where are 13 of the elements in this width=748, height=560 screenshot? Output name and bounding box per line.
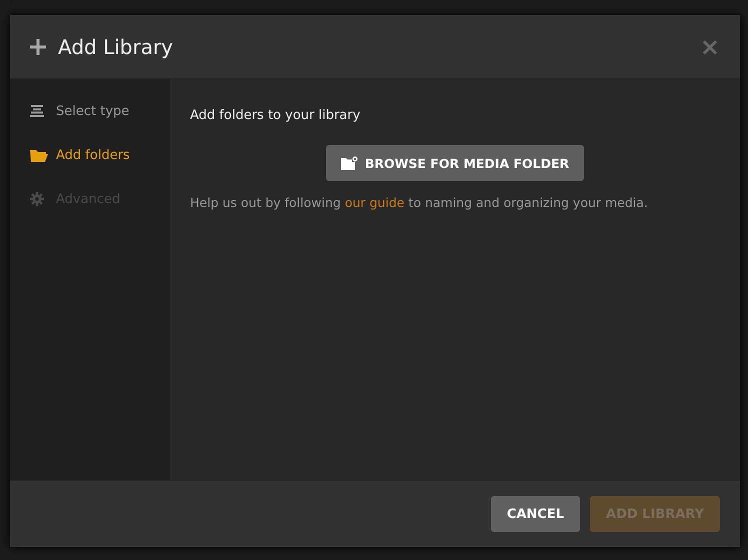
cancel-button[interactable]: CANCEL — [490, 496, 580, 532]
folder-icon — [30, 148, 48, 162]
section-heading: Add folders to your library — [190, 108, 360, 123]
list-icon — [30, 105, 44, 117]
guide-link[interactable]: our guide — [344, 195, 404, 210]
sidebar-item[interactable]: Select type — [30, 89, 170, 133]
dialog-title: Add Library — [58, 34, 174, 58]
plus-icon — [30, 38, 46, 54]
folder-plus-icon — [340, 156, 358, 170]
browse-button[interactable]: BROWSE FOR MEDIA FOLDER — [326, 145, 584, 181]
sidebar-item[interactable]: Add folders — [30, 133, 170, 177]
help-text: Help us out by following our guide to naming and organizing your media. — [190, 195, 649, 210]
gear-icon — [30, 192, 44, 206]
